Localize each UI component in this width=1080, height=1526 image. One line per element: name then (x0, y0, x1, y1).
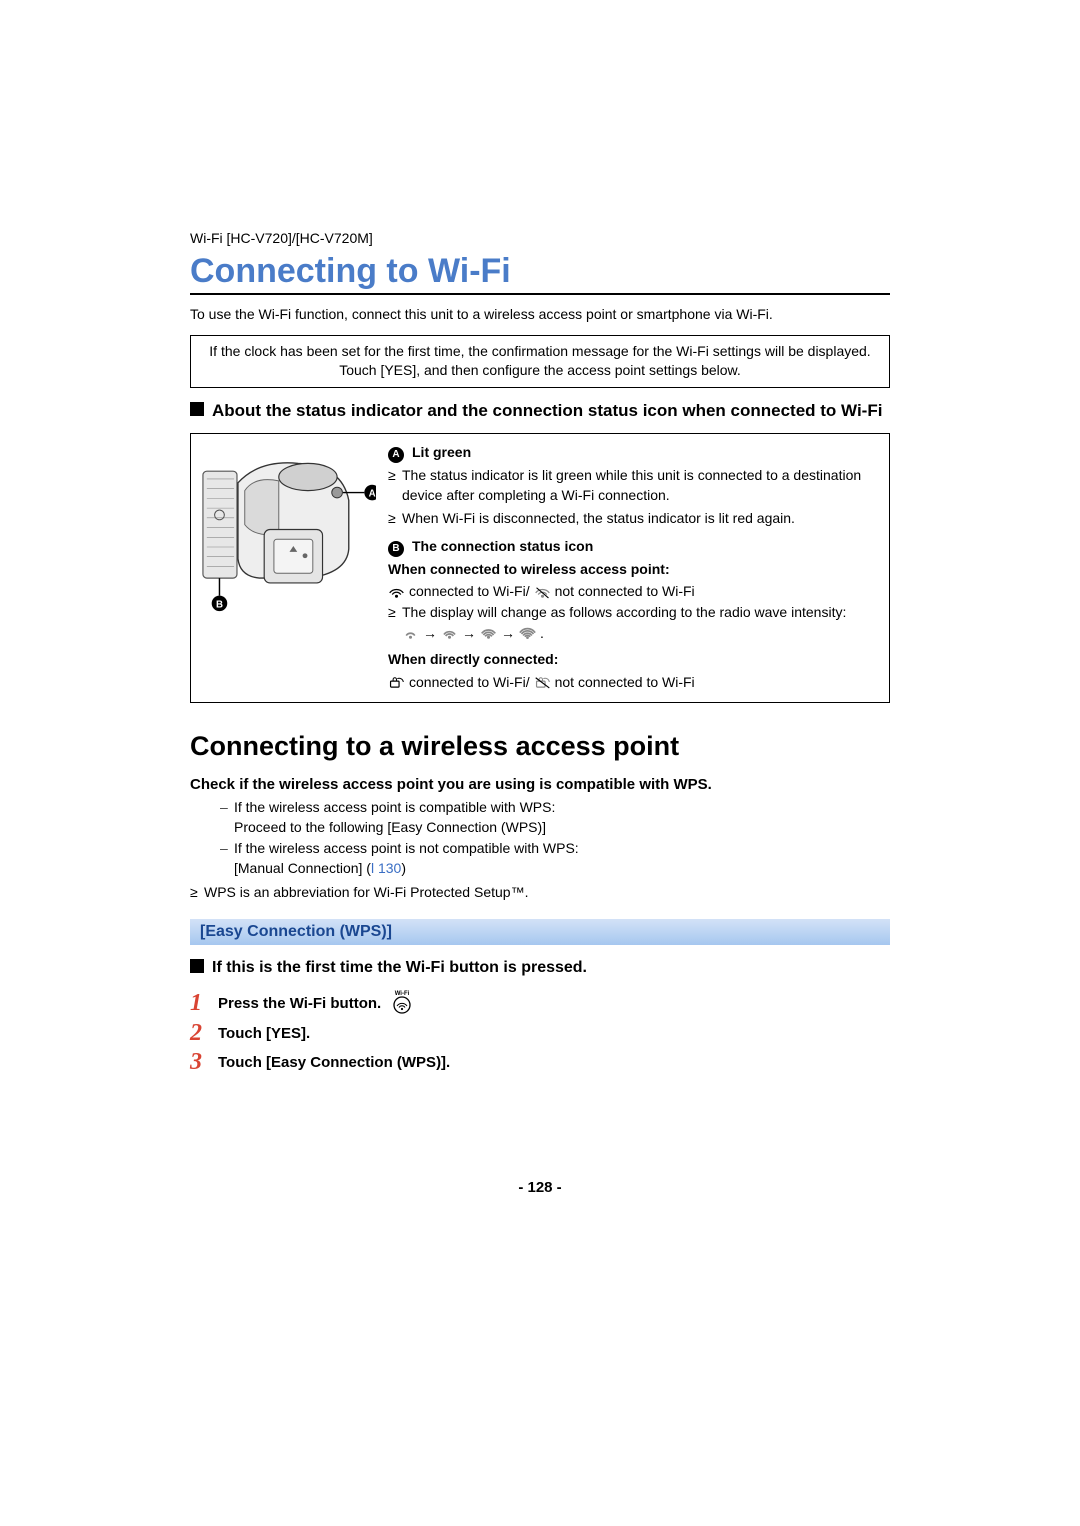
svg-text:B: B (216, 599, 223, 610)
wps-abbrev-note: WPS is an abbreviation for Wi-Fi Protect… (190, 882, 890, 902)
radio-wave-note: The display will change as follows accor… (388, 602, 879, 644)
camera-illustration: A B (201, 442, 376, 692)
svg-text:A: A (369, 488, 376, 499)
svg-text:Wi-Fi: Wi-Fi (395, 991, 410, 997)
proceed-line: Proceed to the following [Easy Connectio… (190, 817, 890, 837)
wifi-disconnected-icon (534, 585, 551, 599)
page-link-arrow[interactable]: l (371, 860, 374, 876)
wifi-button-icon: Wi-Fi (389, 988, 415, 1018)
label-a-title: Lit green (412, 442, 471, 462)
label-b-title: The connection status icon (412, 536, 593, 556)
conn-text: connected to Wi-Fi/ (409, 581, 530, 601)
breadcrumb: Wi-Fi [HC-V720]/[HC-V720M] (190, 230, 890, 246)
check-wps: Check if the wireless access point you a… (190, 776, 890, 793)
step-text: Touch [Easy Connection (WPS)]. (218, 1054, 450, 1071)
status-box: A B A Lit green The status indicator is … (190, 433, 890, 703)
wave-sequence: → → → . (402, 623, 544, 643)
label-a-bullets: The status indicator is lit green while … (388, 465, 879, 528)
intro-paragraph: To use the Wi-Fi function, connect this … (190, 305, 890, 325)
sub-direct: When directly connected: (388, 649, 879, 669)
section-wireless-ap: Connecting to a wireless access point (190, 731, 890, 762)
direct-connected-icon (388, 675, 405, 689)
label-a-marker: A (388, 447, 404, 463)
compat-list: If the wireless access point is compatib… (190, 797, 890, 817)
method-banner: [Easy Connection (WPS)] (190, 919, 890, 945)
label-b-marker: B (388, 541, 404, 557)
manual-line: [Manual Connection] (l 130) (190, 858, 890, 878)
direct-disconnected-icon (534, 675, 551, 689)
status-heading: About the status indicator and the conne… (190, 400, 890, 423)
steps: 1 Press the Wi-Fi button. Wi-Fi 2 Touch … (190, 988, 890, 1076)
list-item: If the wireless access point is not comp… (220, 838, 890, 858)
notconn-text: not connected to Wi-Fi (555, 672, 695, 692)
page-title: Connecting to Wi-Fi (190, 252, 890, 295)
notconn-text: not connected to Wi-Fi (555, 581, 695, 601)
bullet-item: The status indicator is lit green while … (388, 465, 879, 506)
step-1: 1 Press the Wi-Fi button. Wi-Fi (190, 988, 890, 1018)
notice-box: If the clock has been set for the first … (190, 335, 890, 388)
step-text: Touch [YES]. (218, 1025, 310, 1042)
step-text: Press the Wi-Fi button. (218, 995, 381, 1012)
bullet-item: When Wi-Fi is disconnected, the status i… (388, 508, 879, 528)
first-time-heading: If this is the first time the Wi-Fi butt… (190, 957, 890, 979)
conn-text: connected to Wi-Fi/ (409, 672, 530, 692)
step-2: 2 Touch [YES]. (190, 1020, 890, 1047)
step-3: 3 Touch [Easy Connection (WPS)]. (190, 1049, 890, 1076)
page-link[interactable]: 130 (378, 860, 401, 876)
list-item: If the wireless access point is compatib… (220, 797, 890, 817)
wifi-connected-icon (388, 585, 405, 599)
page-number: - 128 - (0, 1179, 1080, 1196)
sub-ap: When connected to wireless access point: (388, 559, 879, 579)
